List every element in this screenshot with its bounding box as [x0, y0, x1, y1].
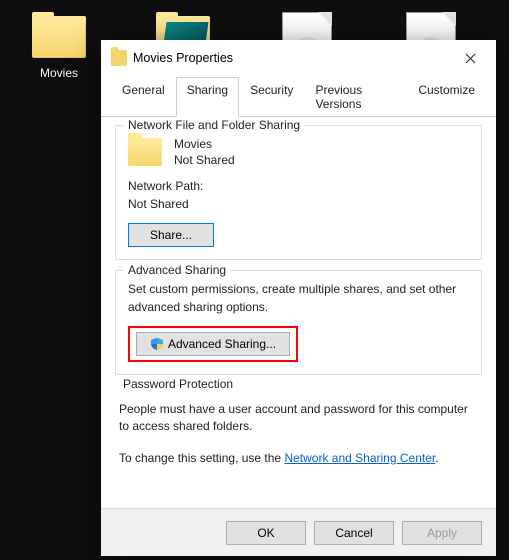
group-title: Password Protection [119, 377, 237, 391]
network-sharing-center-link[interactable]: Network and Sharing Center [284, 451, 435, 465]
group-title: Advanced Sharing [124, 263, 230, 277]
tab-body-sharing: Network File and Folder Sharing Movies N… [101, 117, 496, 508]
properties-dialog: Movies Properties General Sharing Securi… [101, 40, 496, 556]
group-title: Network File and Folder Sharing [124, 118, 304, 132]
close-icon [465, 53, 476, 64]
cancel-button[interactable]: Cancel [314, 521, 394, 545]
tab-row: General Sharing Security Previous Versio… [101, 76, 496, 117]
desktop-item-label: Movies [40, 66, 78, 80]
share-item-name: Movies [174, 136, 235, 152]
tab-customize[interactable]: Customize [407, 77, 486, 117]
advanced-sharing-button[interactable]: Advanced Sharing... [136, 332, 290, 356]
share-item-status: Not Shared [174, 152, 235, 168]
close-button[interactable] [448, 43, 492, 73]
tab-previous-versions[interactable]: Previous Versions [304, 77, 407, 117]
password-protection-line1: People must have a user account and pass… [119, 401, 478, 436]
folder-icon [30, 12, 88, 60]
folder-icon [128, 138, 162, 166]
desktop-item-movies[interactable]: Movies [20, 12, 98, 80]
titlebar[interactable]: Movies Properties [101, 40, 496, 76]
ok-button[interactable]: OK [226, 521, 306, 545]
folder-icon [111, 50, 127, 66]
network-path-label: Network Path: [128, 178, 469, 195]
tab-sharing[interactable]: Sharing [176, 77, 239, 117]
group-password-protection: Password Protection People must have a u… [115, 385, 482, 479]
group-network-sharing: Network File and Folder Sharing Movies N… [115, 125, 482, 260]
share-button[interactable]: Share... [128, 223, 214, 247]
group-advanced-sharing: Advanced Sharing Set custom permissions,… [115, 270, 482, 375]
tab-security[interactable]: Security [239, 77, 304, 117]
highlight-annotation: Advanced Sharing... [128, 326, 298, 362]
password-protection-line2: To change this setting, use the Network … [119, 450, 478, 467]
window-title: Movies Properties [133, 51, 448, 65]
network-path-value: Not Shared [128, 196, 469, 213]
shield-icon [150, 337, 164, 351]
advanced-sharing-description: Set custom permissions, create multiple … [128, 281, 469, 316]
dialog-footer: OK Cancel Apply [101, 508, 496, 556]
apply-button[interactable]: Apply [402, 521, 482, 545]
tab-general[interactable]: General [111, 77, 176, 117]
